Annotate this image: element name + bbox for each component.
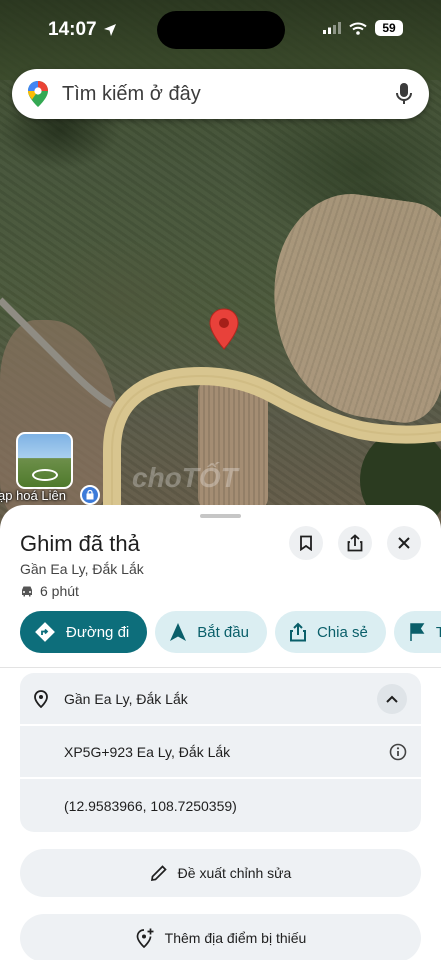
battery-indicator: 59 bbox=[375, 20, 403, 36]
save-button[interactable] bbox=[289, 526, 323, 560]
cellular-signal-icon bbox=[323, 22, 341, 34]
place-title: Ghim đã thả bbox=[20, 531, 140, 556]
plus-code-row[interactable]: XP5G+923 Ea Ly, Đắk Lắk bbox=[20, 726, 421, 779]
address-text: Gần Ea Ly, Đắk Lắk bbox=[64, 690, 188, 707]
dynamic-island bbox=[157, 11, 285, 49]
bookmark-icon bbox=[300, 535, 312, 551]
place-bottom-sheet[interactable]: Ghim đã thả Gần Ea Ly, Đắk Lắk 6 phút Đư bbox=[0, 505, 441, 960]
microphone-icon[interactable] bbox=[395, 82, 413, 106]
navigation-arrow-icon bbox=[170, 623, 187, 641]
google-maps-logo-icon bbox=[28, 81, 48, 107]
coordinates-row[interactable]: (12.9583966, 108.7250359) bbox=[20, 779, 421, 832]
watermark: choTỐT bbox=[132, 462, 238, 493]
coordinates-text: (12.9583966, 108.7250359) bbox=[64, 797, 237, 814]
collapse-button[interactable] bbox=[377, 683, 407, 714]
shopping-bag-icon[interactable] bbox=[80, 485, 100, 505]
place-subtitle: Gần Ea Ly, Đắk Lắk bbox=[20, 561, 144, 577]
car-icon bbox=[22, 586, 32, 597]
drag-handle[interactable] bbox=[200, 514, 241, 518]
label-button[interactable]: T bbox=[393, 611, 441, 653]
street-view-thumbnail[interactable] bbox=[16, 432, 73, 489]
share-icon bbox=[347, 534, 363, 552]
search-bar[interactable]: Tìm kiếm ở đây bbox=[12, 69, 429, 119]
rotate-360-icon bbox=[32, 469, 58, 481]
status-bar: 14:07 59 bbox=[0, 0, 441, 60]
plus-code-text: XP5G+923 Ea Ly, Đắk Lắk bbox=[64, 743, 231, 760]
info-icon[interactable] bbox=[389, 743, 407, 761]
location-pin-icon bbox=[34, 689, 48, 708]
status-time: 14:07 bbox=[48, 19, 117, 41]
wifi-icon bbox=[349, 22, 367, 35]
share-icon bbox=[289, 622, 306, 642]
map-place-label[interactable]: ạp hoá Liên bbox=[0, 488, 66, 503]
place-details-card: Gần Ea Ly, Đắk Lắk XP5G+923 Ea Ly, Đắk L… bbox=[20, 673, 421, 832]
share-button[interactable] bbox=[338, 526, 372, 560]
travel-time: 6 phút bbox=[20, 583, 79, 599]
divider bbox=[0, 667, 441, 668]
share-chip-button[interactable]: Chia sẻ bbox=[274, 611, 386, 653]
flag-icon bbox=[410, 623, 425, 641]
search-input[interactable]: Tìm kiếm ở đây bbox=[62, 83, 395, 106]
pencil-icon bbox=[150, 865, 167, 882]
close-button[interactable] bbox=[387, 526, 421, 560]
address-row[interactable]: Gần Ea Ly, Đắk Lắk bbox=[20, 673, 421, 726]
location-arrow-icon bbox=[103, 24, 116, 36]
suggest-edit-button[interactable]: Đề xuất chỉnh sửa bbox=[20, 849, 421, 897]
add-missing-place-button[interactable]: Thêm địa điểm bị thiếu bbox=[20, 914, 421, 960]
chevron-up-icon bbox=[386, 695, 398, 703]
action-chips: Đường đi Bắt đầu Chia sẻ T bbox=[20, 611, 441, 653]
close-icon bbox=[398, 537, 410, 549]
start-navigation-button[interactable]: Bắt đầu bbox=[155, 611, 267, 653]
dropped-pin-icon[interactable] bbox=[208, 308, 240, 350]
directions-icon bbox=[35, 622, 55, 642]
directions-button[interactable]: Đường đi bbox=[20, 611, 148, 653]
add-location-icon bbox=[136, 928, 154, 948]
